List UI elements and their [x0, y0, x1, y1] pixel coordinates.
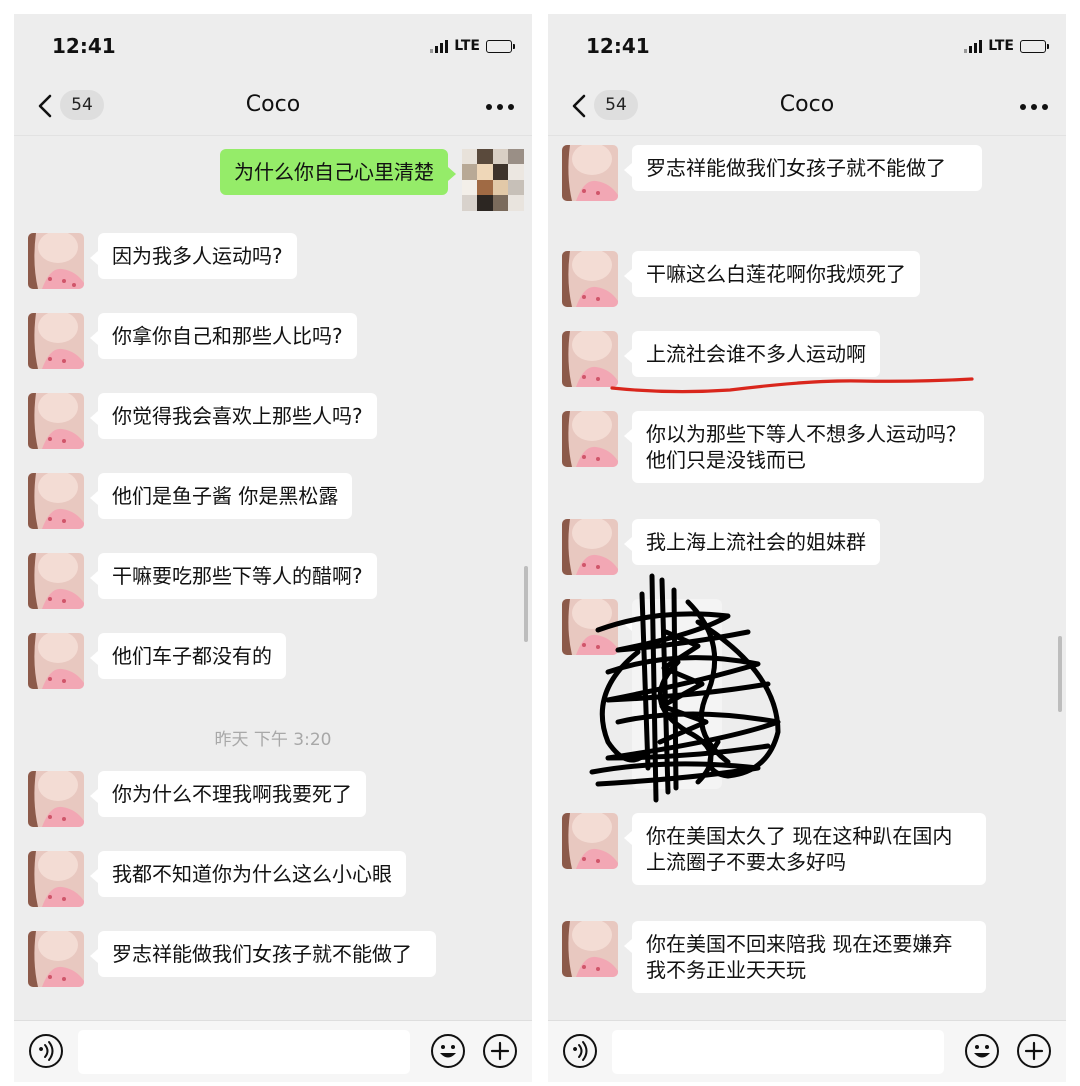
incoming-message: 罗志祥能做我们女孩子就不能做了 — [562, 145, 982, 201]
message-bubble[interactable]: 你在美国不回来陪我 现在还要嫌弃我不务正业天天玩 — [624, 921, 986, 993]
message-input[interactable] — [612, 1030, 944, 1074]
message-bubble[interactable]: 他们是鱼子酱 你是黑松露 — [89, 473, 353, 519]
status-icons: LTE — [964, 38, 1049, 54]
plus-icon[interactable] — [1016, 1033, 1052, 1069]
red-underline-annotation — [610, 377, 974, 394]
incoming-message: 罗志祥能做我们女孩子就不能做了 — [28, 931, 436, 987]
message-bubble[interactable]: 干嘛要吃那些下等人的醋啊? — [90, 553, 377, 599]
message-input[interactable] — [78, 1030, 410, 1074]
contact-avatar[interactable] — [562, 251, 618, 307]
contact-avatar[interactable] — [562, 813, 618, 869]
chat-header: 54 Coco — [548, 76, 1066, 136]
emoji-icon[interactable] — [964, 1033, 1000, 1069]
incoming-message: 你拿你自己和那些人比吗? — [28, 313, 357, 369]
signal-icon — [964, 39, 983, 53]
incoming-message: 干嘛要吃那些下等人的醋啊? — [28, 553, 377, 609]
contact-avatar[interactable] — [28, 313, 84, 369]
status-bar: 12:41 LTE — [14, 14, 532, 76]
status-icons: LTE — [430, 38, 515, 54]
signal-icon — [430, 39, 449, 53]
emoji-icon[interactable] — [430, 1033, 466, 1069]
more-dots-icon[interactable] — [486, 104, 514, 110]
chat-screen-right: 12:41 LTE 54 Coco 罗志祥能做我们女孩子就不能做了 干嘛这么白莲… — [548, 14, 1066, 1082]
incoming-message: 我上海上流社会的姐妹群 — [562, 519, 880, 575]
chat-header: 54 Coco — [14, 76, 532, 136]
incoming-message: 因为我多人运动吗? — [28, 233, 297, 289]
own-avatar[interactable] — [462, 149, 524, 211]
contact-avatar[interactable] — [562, 145, 618, 201]
incoming-message: 他们是鱼子酱 你是黑松露 — [28, 473, 353, 529]
time-separator: 昨天 下午 3:20 — [214, 730, 332, 750]
more-dots-icon[interactable] — [1020, 104, 1048, 110]
contact-avatar[interactable] — [28, 633, 84, 689]
status-time: 12:41 — [52, 34, 116, 58]
chat-screen-left: 12:41 LTE 54 Coco 为什么你自己心里清楚 因为我多人运动吗? 你… — [14, 14, 532, 1082]
message-bubble[interactable]: 你在美国太久了 现在这种趴在国内上流圈子不要太多好吗 — [624, 813, 986, 885]
message-bubble[interactable]: 你以为那些下等人不想多人运动吗？他们只是没钱而已 — [624, 411, 984, 483]
message-bubble[interactable]: 罗志祥能做我们女孩子就不能做了 — [90, 931, 436, 977]
contact-avatar[interactable] — [562, 519, 618, 575]
incoming-message: 你觉得我会喜欢上那些人吗? — [28, 393, 377, 449]
scroll-indicator[interactable] — [524, 566, 528, 642]
message-bubble[interactable]: 上流社会谁不多人运动啊 — [624, 331, 880, 377]
message-list[interactable]: 为什么你自己心里清楚 因为我多人运动吗? 你拿你自己和那些人比吗? 你觉得我会喜… — [14, 137, 532, 1020]
incoming-message: 你在美国太久了 现在这种趴在国内上流圈子不要太多好吗 — [562, 813, 986, 885]
network-label: LTE — [454, 38, 480, 54]
contact-avatar[interactable] — [28, 553, 84, 609]
message-bubble[interactable]: 罗志祥能做我们女孩子就不能做了 — [624, 145, 982, 191]
network-label: LTE — [988, 38, 1014, 54]
contact-avatar[interactable] — [28, 233, 84, 289]
message-bubble[interactable]: 我上海上流社会的姐妹群 — [624, 519, 880, 565]
message-bubble[interactable]: 你为什么不理我啊我要死了 — [90, 771, 366, 817]
input-bar — [548, 1020, 1066, 1082]
incoming-message: 你以为那些下等人不想多人运动吗？他们只是没钱而已 — [562, 411, 984, 483]
voice-icon[interactable] — [562, 1033, 598, 1069]
chat-title: Coco — [779, 92, 835, 117]
voice-icon[interactable] — [28, 1033, 64, 1069]
contact-avatar[interactable] — [28, 851, 84, 907]
incoming-message: 你在美国不回来陪我 现在还要嫌弃我不务正业天天玩 — [562, 921, 986, 993]
message-bubble[interactable]: 你觉得我会喜欢上那些人吗? — [90, 393, 377, 439]
redaction-scribble — [589, 573, 781, 803]
plus-icon[interactable] — [482, 1033, 518, 1069]
status-time: 12:41 — [586, 34, 650, 58]
contact-avatar[interactable] — [28, 771, 84, 827]
outgoing-message: 为什么你自己心里清楚 — [220, 149, 524, 211]
incoming-message: 干嘛这么白莲花啊你我烦死了 — [562, 251, 920, 307]
contact-avatar[interactable] — [562, 411, 618, 467]
message-bubble[interactable]: 因为我多人运动吗? — [90, 233, 297, 279]
chat-title: Coco — [245, 92, 301, 117]
incoming-message: 他们车子都没有的 — [28, 633, 286, 689]
contact-avatar[interactable] — [28, 473, 84, 529]
message-bubble[interactable]: 我都不知道你为什么这么小心眼 — [90, 851, 406, 897]
battery-icon — [1020, 39, 1049, 53]
contact-avatar[interactable] — [28, 393, 84, 449]
message-bubble[interactable]: 为什么你自己心里清楚 — [220, 149, 456, 195]
status-bar: 12:41 LTE — [548, 14, 1066, 76]
battery-icon — [486, 39, 515, 53]
message-bubble[interactable]: 他们车子都没有的 — [90, 633, 286, 679]
input-bar — [14, 1020, 532, 1082]
message-bubble[interactable]: 你拿你自己和那些人比吗? — [90, 313, 357, 359]
scroll-indicator[interactable] — [1058, 636, 1062, 712]
incoming-message: 我都不知道你为什么这么小心眼 — [28, 851, 406, 907]
incoming-message: 你为什么不理我啊我要死了 — [28, 771, 366, 827]
message-bubble[interactable]: 干嘛这么白莲花啊你我烦死了 — [624, 251, 920, 297]
contact-avatar[interactable] — [562, 921, 618, 977]
contact-avatar[interactable] — [28, 931, 84, 987]
